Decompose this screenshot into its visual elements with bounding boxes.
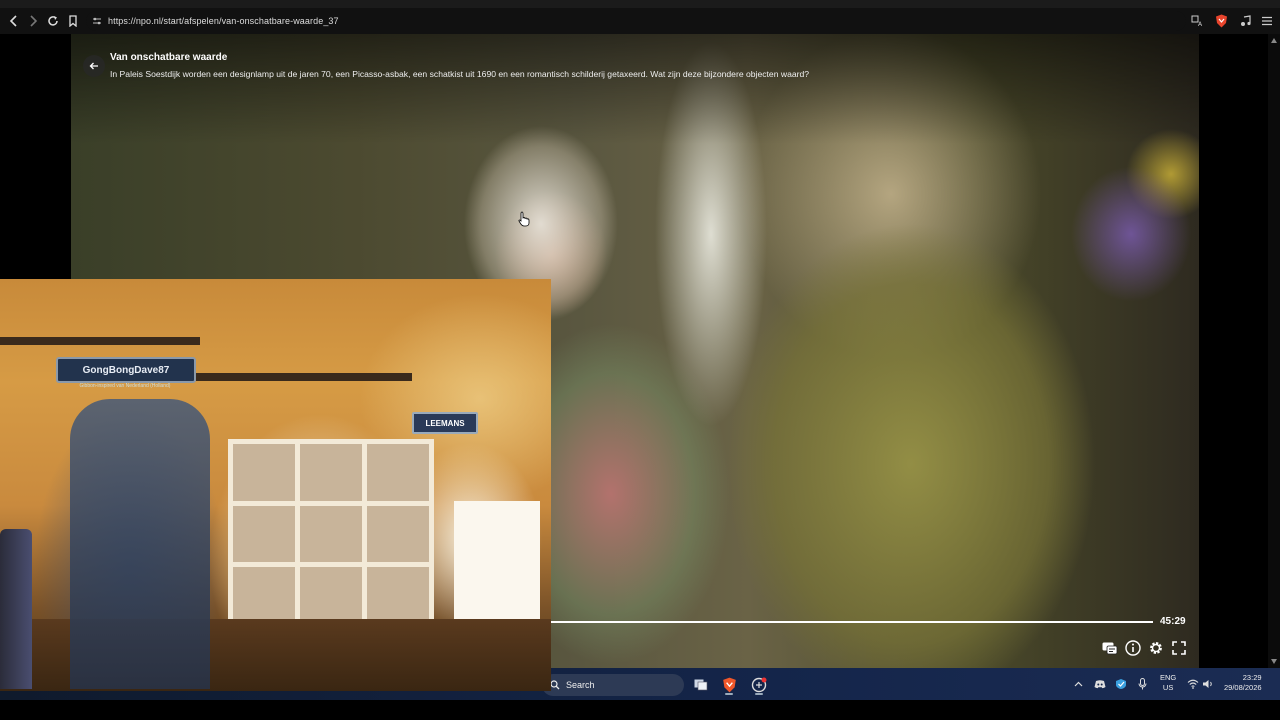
task-view-icon[interactable] bbox=[690, 674, 712, 696]
security-app-icon[interactable] bbox=[1114, 677, 1128, 691]
translate-icon[interactable]: A bbox=[1188, 12, 1206, 30]
streamer-name-sign: GongBongDave87 bbox=[56, 357, 196, 383]
search-icon bbox=[550, 680, 560, 690]
bookmark-icon[interactable] bbox=[63, 11, 83, 31]
chat-app-icon[interactable] bbox=[748, 674, 770, 696]
volume-icon[interactable] bbox=[1201, 677, 1215, 691]
tab-strip bbox=[0, 0, 1280, 8]
sign-subtext: Gibbon-inspired van Nederland (Holland) bbox=[79, 383, 171, 389]
scroll-down-icon[interactable] bbox=[1271, 659, 1277, 664]
arrow-left-icon bbox=[89, 62, 98, 70]
progress-bar[interactable] bbox=[551, 621, 1153, 623]
player-back-button[interactable] bbox=[83, 55, 105, 77]
duration-label: 45:29 bbox=[1160, 616, 1186, 627]
url-text: https://npo.nl/start/afspelen/van-onscha… bbox=[108, 16, 339, 26]
reload-icon[interactable] bbox=[43, 11, 63, 31]
browser-toolbar: https://npo.nl/start/afspelen/van-onscha… bbox=[0, 8, 1280, 34]
streamer-name: GongBongDave87 bbox=[82, 364, 170, 376]
site-settings-icon[interactable] bbox=[86, 16, 108, 26]
fullscreen-icon[interactable] bbox=[1170, 639, 1188, 657]
lang-top: ENG bbox=[1160, 673, 1177, 682]
page-scrollbar[interactable] bbox=[1268, 34, 1280, 668]
forward-icon[interactable] bbox=[23, 11, 43, 31]
info-icon[interactable] bbox=[1124, 639, 1142, 657]
input-language[interactable]: ENG US bbox=[1160, 673, 1176, 693]
wall-shelf bbox=[196, 373, 412, 381]
address-bar[interactable]: https://npo.nl/start/afspelen/van-onscha… bbox=[86, 11, 1186, 31]
person-silhouette bbox=[70, 399, 210, 689]
search-label: Search bbox=[566, 680, 595, 690]
running-indicator bbox=[755, 693, 763, 695]
clock-time: 23:29 bbox=[1242, 673, 1262, 682]
clock-date: 29/08/2026 bbox=[1224, 683, 1262, 692]
lang-bottom: US bbox=[1162, 683, 1174, 692]
brave-shield-icon[interactable] bbox=[1212, 12, 1230, 30]
brave-browser-icon[interactable] bbox=[718, 674, 740, 696]
drawer-cabinet bbox=[454, 501, 540, 619]
svg-text:A: A bbox=[1198, 21, 1203, 27]
menu-icon[interactable] bbox=[1258, 12, 1276, 30]
leemans-sign: LEEMANS bbox=[412, 412, 478, 434]
system-clock[interactable]: 23:29 29/08/2026 bbox=[1224, 673, 1262, 693]
video-description: In Paleis Soestdijk worden een designlam… bbox=[110, 69, 810, 79]
media-icon[interactable] bbox=[1237, 12, 1255, 30]
wall-shelf bbox=[0, 337, 200, 345]
wifi-icon[interactable] bbox=[1186, 677, 1200, 691]
video-title: Van onschatbare waarde bbox=[110, 52, 228, 63]
hand-cursor-icon bbox=[518, 211, 530, 227]
bottle bbox=[0, 529, 32, 689]
back-icon[interactable] bbox=[4, 11, 24, 31]
taskbar-search[interactable]: Search bbox=[542, 674, 684, 696]
discord-icon[interactable] bbox=[1093, 677, 1107, 691]
cube-shelf bbox=[228, 439, 434, 629]
subtitles-icon[interactable] bbox=[1101, 639, 1119, 657]
scroll-up-icon[interactable] bbox=[1271, 38, 1277, 43]
settings-icon[interactable] bbox=[1147, 639, 1165, 657]
leemans-text: LEEMANS bbox=[425, 418, 465, 428]
bottom-strip bbox=[0, 700, 1280, 720]
microphone-icon[interactable] bbox=[1135, 677, 1149, 691]
running-indicator bbox=[725, 693, 733, 695]
tray-overflow-icon[interactable] bbox=[1071, 677, 1085, 691]
webcam-overlay: GongBongDave87 Gibbon-inspired van Neder… bbox=[0, 279, 551, 691]
